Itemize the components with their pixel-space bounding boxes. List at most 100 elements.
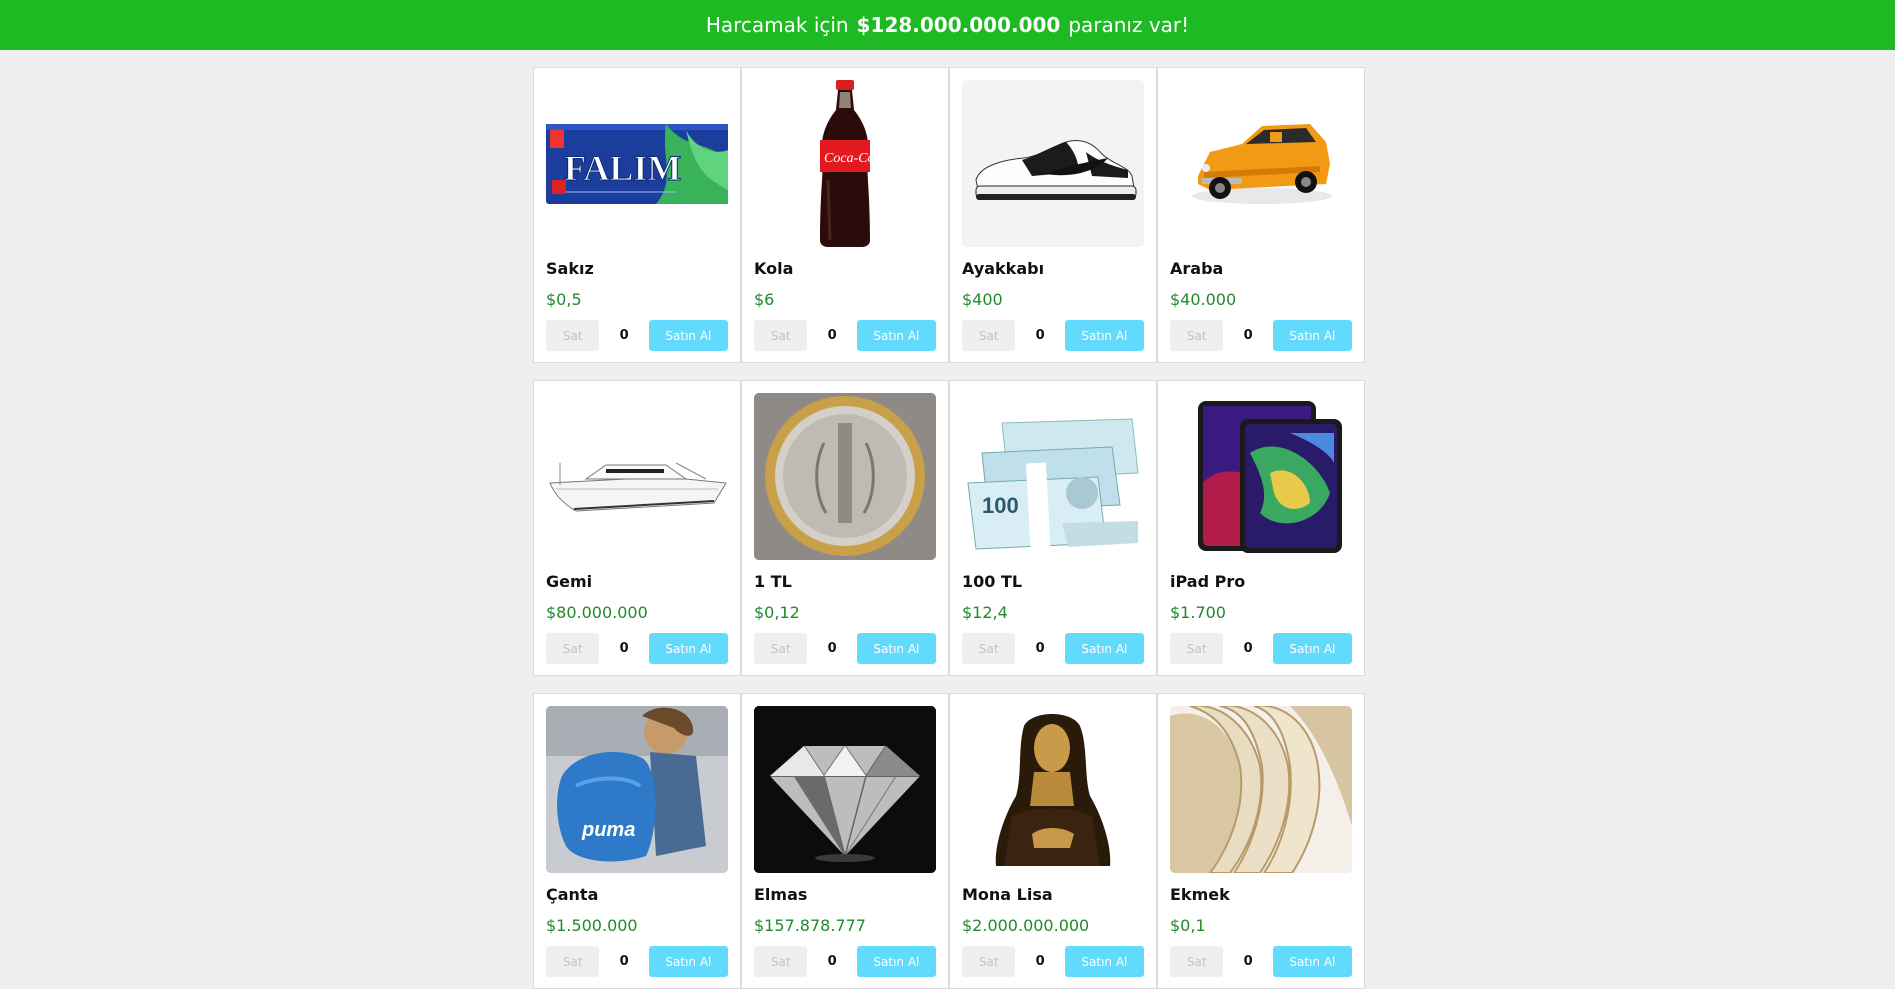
product-controls: Sat 0 Satın Al — [962, 946, 1144, 977]
sell-button[interactable]: Sat — [754, 320, 808, 351]
sneaker-image — [962, 80, 1144, 247]
buy-button[interactable]: Satın Al — [1064, 633, 1144, 664]
product-controls: Sat 0 Satın Al — [754, 633, 936, 664]
product-card: Ekmek $0,1 Sat 0 Satın Al — [1157, 693, 1365, 989]
sell-button[interactable]: Sat — [1170, 320, 1224, 351]
buy-button[interactable]: Satın Al — [1272, 946, 1352, 977]
product-name: Gemi — [546, 572, 593, 591]
quantity-count: 0 — [1243, 641, 1253, 656]
quantity-count: 0 — [827, 954, 837, 969]
product-card: Elmas $157.878.777 Sat 0 Satın Al — [741, 693, 949, 989]
sell-button[interactable]: Sat — [962, 320, 1016, 351]
painting-image — [962, 706, 1144, 873]
product-price: $2.000.000.000 — [962, 916, 1090, 935]
buy-button[interactable]: Satın Al — [648, 946, 728, 977]
quantity-count: 0 — [619, 328, 629, 343]
product-controls: Sat 0 Satın Al — [754, 946, 936, 977]
sell-button[interactable]: Sat — [962, 946, 1016, 977]
product-controls: Sat 0 Satın Al — [546, 946, 728, 977]
buy-button[interactable]: Satın Al — [856, 633, 936, 664]
tablet-image — [1170, 393, 1352, 560]
product-name: Ekmek — [1170, 885, 1230, 904]
product-controls: Sat 0 Satın Al — [962, 320, 1144, 351]
svg-text:100: 100 — [982, 493, 1019, 518]
money-banner: Harcamak için $128.000.000.000 paranız v… — [0, 0, 1895, 50]
product-controls: Sat 0 Satın Al — [546, 320, 728, 351]
product-price: $1.500.000 — [546, 916, 638, 935]
yacht-image — [546, 393, 728, 560]
sell-button[interactable]: Sat — [546, 946, 600, 977]
product-price: $12,4 — [962, 603, 1008, 622]
product-controls: Sat 0 Satın Al — [754, 320, 936, 351]
product-card: Coca-Cola Kola $6 Sat 0 Satın Al — [741, 67, 949, 363]
banknotes-image: 100 — [962, 393, 1144, 560]
sell-button[interactable]: Sat — [962, 633, 1016, 664]
product-price: $0,5 — [546, 290, 582, 309]
gum-brand-text: FALIM — [564, 148, 681, 188]
product-price: $6 — [754, 290, 775, 309]
product-name: Ayakkabı — [962, 259, 1045, 278]
product-name: 1 TL — [754, 572, 792, 591]
sell-button[interactable]: Sat — [546, 320, 600, 351]
buy-button[interactable]: Satın Al — [1272, 633, 1352, 664]
quantity-count: 0 — [1035, 954, 1045, 969]
buy-button[interactable]: Satın Al — [1064, 320, 1144, 351]
product-card: 100 100 TL $12,4 Sat 0 Satın Al — [949, 380, 1157, 676]
money-amount: $128.000.000.000 — [856, 13, 1061, 37]
product-controls: Sat 0 Satın Al — [1170, 320, 1352, 351]
product-price: $80.000.000 — [546, 603, 648, 622]
cola-bottle-image: Coca-Cola — [754, 80, 936, 247]
buy-button[interactable]: Satın Al — [648, 320, 728, 351]
product-controls: Sat 0 Satın Al — [1170, 946, 1352, 977]
svg-text:Coca-Cola: Coca-Cola — [824, 151, 885, 166]
quantity-count: 0 — [827, 641, 837, 656]
diamond-image — [754, 706, 936, 873]
banner-prefix: Harcamak için — [705, 13, 849, 37]
gum-pack-image: FALIM — [546, 80, 728, 247]
product-price: $1.700 — [1170, 603, 1226, 622]
product-name: Çanta — [546, 885, 599, 904]
sell-button[interactable]: Sat — [1170, 633, 1224, 664]
product-card: iPad Pro $1.700 Sat 0 Satın Al — [1157, 380, 1365, 676]
product-card: FALIM Sakız $0,5 Sat 0 Satın Al — [533, 67, 741, 363]
product-card: Araba $40.000 Sat 0 Satın Al — [1157, 67, 1365, 363]
product-card: Mona Lisa $2.000.000.000 Sat 0 Satın Al — [949, 693, 1157, 989]
product-grid: FALIM Sakız $0,5 Sat 0 Satın Al Coca-Col… — [533, 67, 1366, 989]
quantity-count: 0 — [1035, 328, 1045, 343]
product-card: Ayakkabı $400 Sat 0 Satın Al — [949, 67, 1157, 363]
backpack-image: puma — [546, 706, 728, 873]
product-price: $400 — [962, 290, 1003, 309]
product-name: Kola — [754, 259, 794, 278]
sell-button[interactable]: Sat — [546, 633, 600, 664]
product-price: $40.000 — [1170, 290, 1237, 309]
quantity-count: 0 — [1243, 328, 1253, 343]
product-card: 1 TL $0,12 Sat 0 Satın Al — [741, 380, 949, 676]
coin-image — [754, 393, 936, 560]
product-price: $0,1 — [1170, 916, 1206, 935]
product-price: $0,12 — [754, 603, 800, 622]
product-card: puma Çanta $1.500.000 Sat 0 Satın Al — [533, 693, 741, 989]
product-name: Mona Lisa — [962, 885, 1053, 904]
quantity-count: 0 — [619, 641, 629, 656]
product-card: Gemi $80.000.000 Sat 0 Satın Al — [533, 380, 741, 676]
buy-button[interactable]: Satın Al — [648, 633, 728, 664]
svg-text:puma: puma — [581, 819, 635, 841]
product-name: Elmas — [754, 885, 808, 904]
sell-button[interactable]: Sat — [754, 633, 808, 664]
product-name: Sakız — [546, 259, 594, 278]
orange-car-image — [1170, 80, 1352, 247]
product-price: $157.878.777 — [754, 916, 866, 935]
sell-button[interactable]: Sat — [754, 946, 808, 977]
quantity-count: 0 — [619, 954, 629, 969]
buy-button[interactable]: Satın Al — [856, 946, 936, 977]
sell-button[interactable]: Sat — [1170, 946, 1224, 977]
quantity-count: 0 — [1243, 954, 1253, 969]
quantity-count: 0 — [827, 328, 837, 343]
buy-button[interactable]: Satın Al — [1272, 320, 1352, 351]
buy-button[interactable]: Satın Al — [1064, 946, 1144, 977]
buy-button[interactable]: Satın Al — [856, 320, 936, 351]
product-controls: Sat 0 Satın Al — [1170, 633, 1352, 664]
quantity-count: 0 — [1035, 641, 1045, 656]
product-controls: Sat 0 Satın Al — [546, 633, 728, 664]
product-name: 100 TL — [962, 572, 1023, 591]
